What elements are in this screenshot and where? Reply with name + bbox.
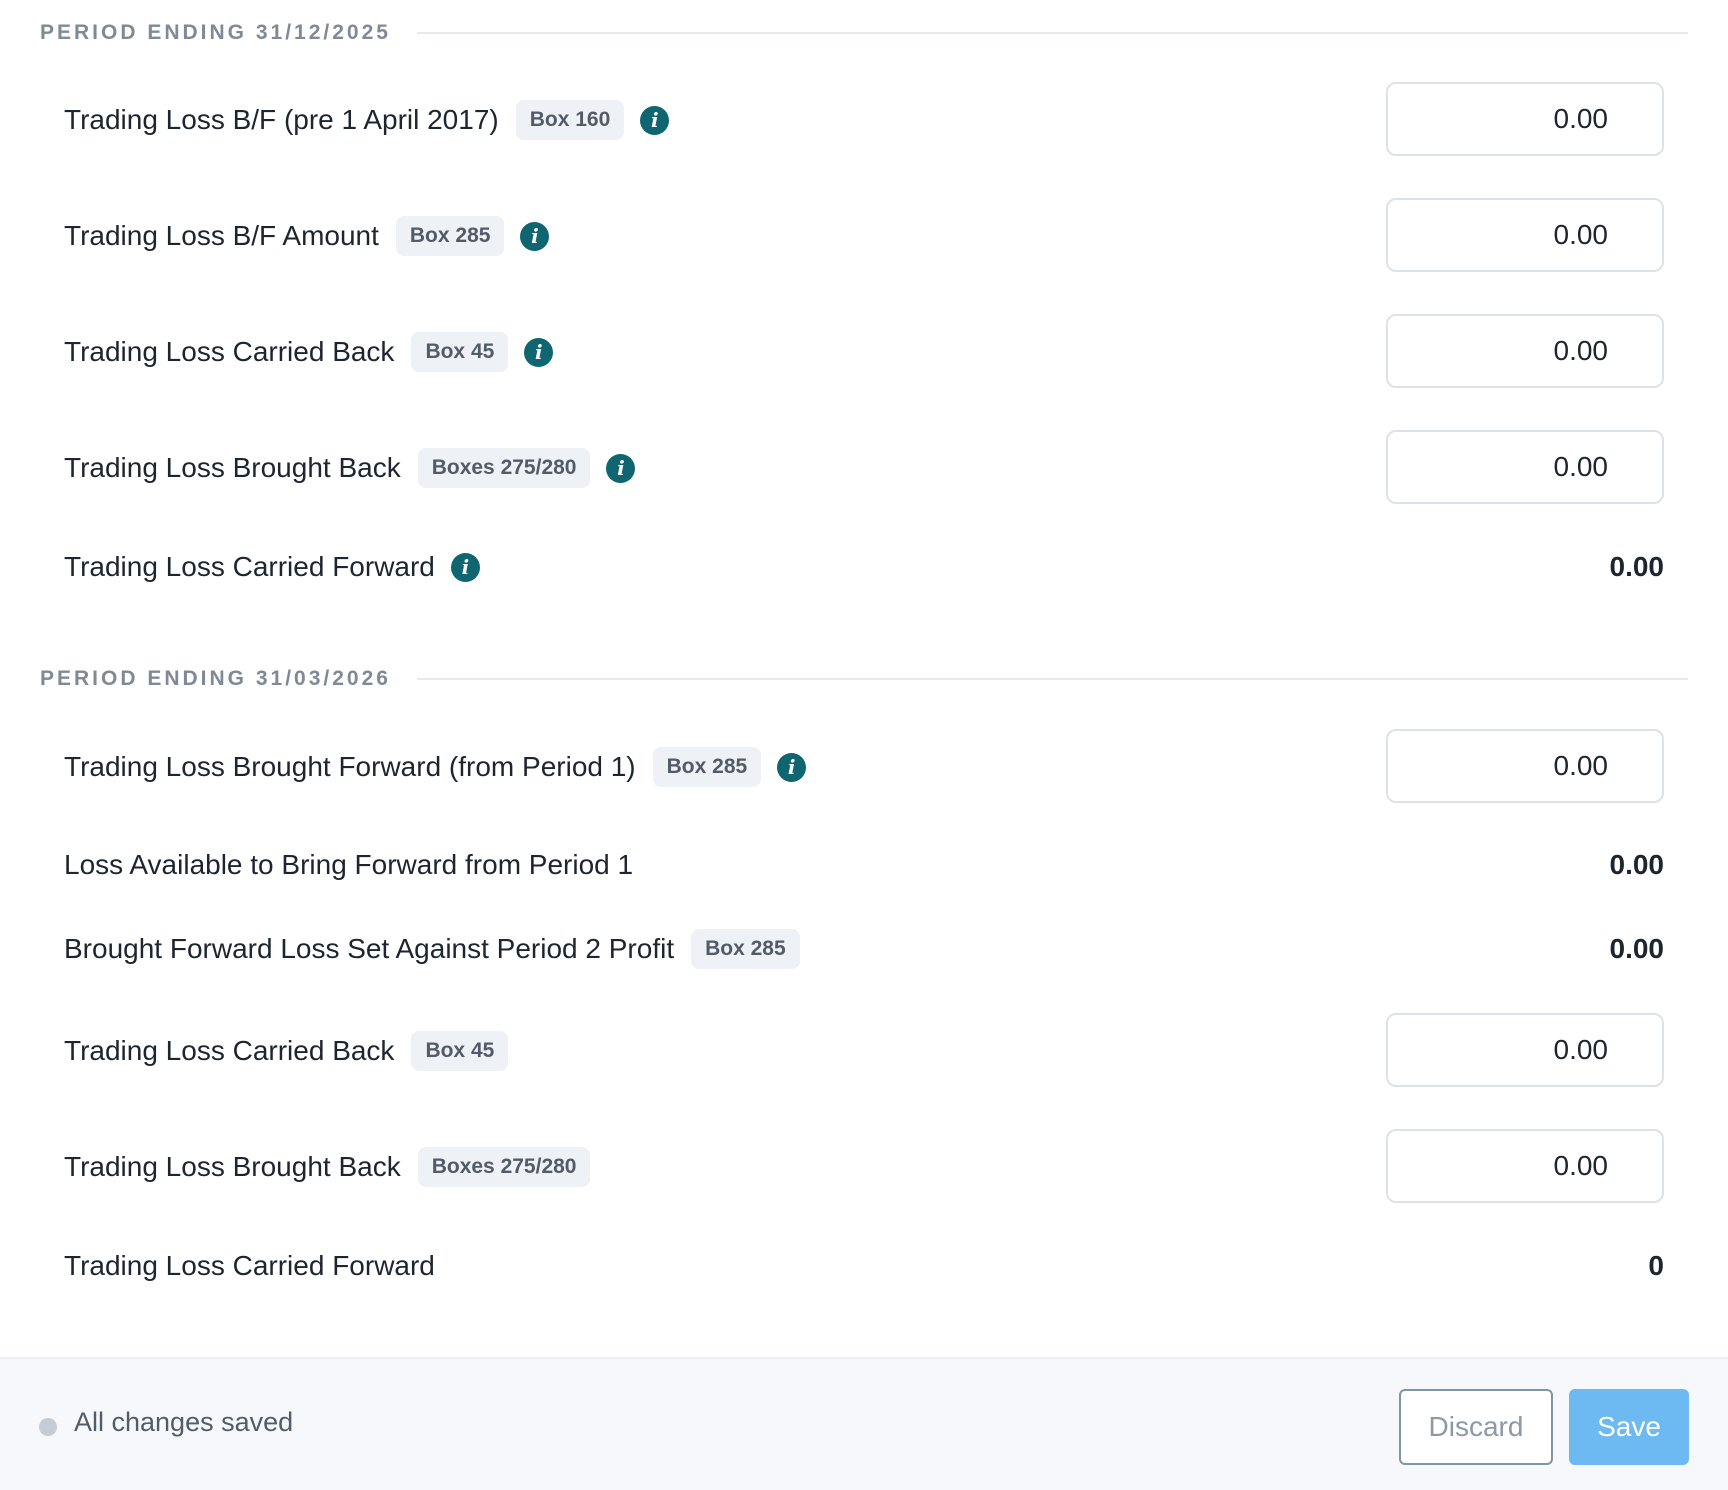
trading-loss-bf-amount-input[interactable] <box>1386 198 1664 272</box>
row-label: Brought Forward Loss Set Against Period … <box>64 933 675 964</box>
info-icon[interactable]: i <box>777 752 807 782</box>
row-label: Trading Loss Carried Back <box>64 1035 395 1066</box>
row-bf-loss-set-against-p2-profit: Brought Forward Loss Set Against Period … <box>64 911 1664 987</box>
row-trading-loss-brought-back-p2: Trading Loss Brought Back Boxes 275/280 <box>64 1129 1664 1205</box>
trading-loss-carried-back-p2-input[interactable] <box>1386 1013 1664 1087</box>
row-trading-loss-bf-pre-2017: Trading Loss B/F (pre 1 April 2017) Box … <box>64 82 1664 158</box>
trading-loss-carried-forward-p1-value: 0.00 <box>1609 551 1665 582</box>
row-label: Trading Loss Brought Back <box>64 1151 401 1182</box>
period-1-header: PERIOD ENDING 31/12/2025 <box>40 18 1688 48</box>
info-icon[interactable]: i <box>524 337 554 367</box>
row-trading-loss-carried-back-p2: Trading Loss Carried Back Box 45 <box>64 1013 1664 1089</box>
period-2-header: PERIOD ENDING 31/03/2026 <box>40 664 1688 694</box>
box-badge: Box 285 <box>691 929 800 969</box>
trading-loss-brought-back-p1-input[interactable] <box>1386 430 1664 504</box>
info-icon[interactable]: i <box>450 552 480 582</box>
box-badge: Boxes 275/280 <box>417 1147 591 1187</box>
row-trading-loss-carried-forward-p1: Trading Loss Carried Forward i 0.00 <box>64 529 1664 605</box>
footer-bar: All changes saved Discard Save <box>0 1357 1728 1490</box>
trading-loss-brought-forward-p2-input[interactable] <box>1386 729 1664 803</box>
period-1-title: PERIOD ENDING 31/12/2025 <box>40 21 391 44</box>
section-divider <box>416 32 1688 34</box>
discard-button[interactable]: Discard <box>1399 1389 1553 1465</box>
row-label: Trading Loss Carried Forward <box>64 1250 435 1281</box>
row-trading-loss-brought-forward-p2: Trading Loss Brought Forward (from Perio… <box>64 729 1664 805</box>
info-icon[interactable]: i <box>520 221 550 251</box>
row-trading-loss-carried-forward-p2: Trading Loss Carried Forward 0 <box>64 1228 1664 1304</box>
trading-loss-brought-back-p2-input[interactable] <box>1386 1129 1664 1203</box>
trading-loss-bf-pre-2017-input[interactable] <box>1386 82 1664 156</box>
box-badge: Box 285 <box>652 747 762 787</box>
box-badge: Box 45 <box>411 1031 509 1071</box>
row-label: Trading Loss Brought Back <box>64 452 401 483</box>
box-badge: Box 285 <box>395 216 505 256</box>
box-badge: Box 160 <box>515 100 625 140</box>
trading-loss-carried-back-p1-input[interactable] <box>1386 314 1664 388</box>
loss-available-bring-forward-value: 0.00 <box>1609 849 1665 880</box>
row-trading-loss-carried-back-p1: Trading Loss Carried Back Box 45 i <box>64 314 1664 390</box>
row-label: Trading Loss Carried Forward <box>64 551 435 582</box>
bf-loss-set-against-p2-profit-value: 0.00 <box>1609 933 1665 964</box>
info-icon[interactable]: i <box>606 453 636 483</box>
save-status-text: All changes saved <box>74 1407 294 1437</box>
row-trading-loss-brought-back-p1: Trading Loss Brought Back Boxes 275/280 … <box>64 430 1664 506</box>
row-trading-loss-bf-amount: Trading Loss B/F Amount Box 285 i <box>64 198 1664 274</box>
section-divider <box>416 678 1688 680</box>
row-label: Trading Loss Carried Back <box>64 336 395 367</box>
row-loss-available-bring-forward: Loss Available to Bring Forward from Per… <box>64 827 1664 903</box>
save-button[interactable]: Save <box>1569 1389 1689 1465</box>
row-label: Trading Loss B/F (pre 1 April 2017) <box>64 104 499 135</box>
box-badge: Box 45 <box>411 332 509 372</box>
row-label: Trading Loss B/F Amount <box>64 220 379 251</box>
period-2-title: PERIOD ENDING 31/03/2026 <box>40 667 391 690</box>
row-label: Loss Available to Bring Forward from Per… <box>64 849 634 880</box>
trading-loss-carried-forward-p2-value: 0 <box>1648 1250 1664 1281</box>
row-label: Trading Loss Brought Forward (from Perio… <box>64 751 636 782</box>
info-icon[interactable]: i <box>640 105 670 135</box>
box-badge: Boxes 275/280 <box>417 448 591 488</box>
save-status-dot-icon <box>39 1418 57 1436</box>
